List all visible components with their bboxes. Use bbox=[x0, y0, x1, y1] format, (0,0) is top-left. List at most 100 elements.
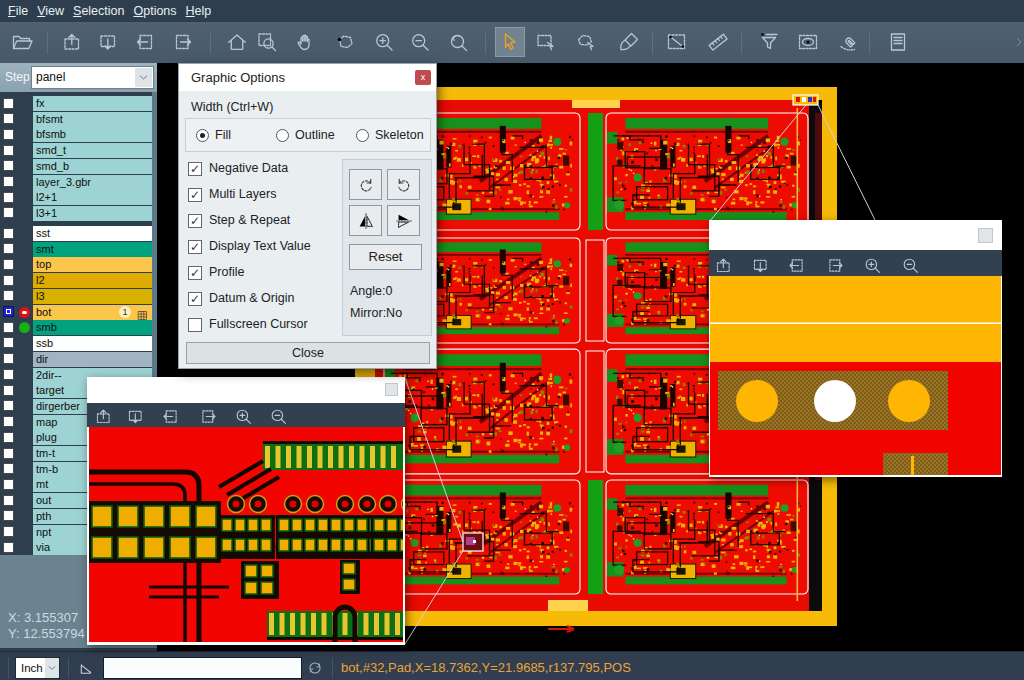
checkbox-profile[interactable]: ✓ bbox=[188, 266, 202, 280]
tool-zoom-out[interactable] bbox=[405, 27, 435, 57]
tool-rect-select[interactable] bbox=[531, 27, 561, 57]
layer-checkbox-smb[interactable] bbox=[3, 322, 14, 333]
tool-import-down[interactable] bbox=[93, 27, 123, 57]
detail-window-title-bar[interactable] bbox=[87, 377, 405, 403]
layer-row-layer_3.gbr[interactable]: layer_3.gbr bbox=[33, 175, 152, 190]
layer-row-l3+1[interactable]: l3+1 bbox=[33, 206, 152, 221]
layer-checkbox-tm-b[interactable] bbox=[3, 463, 14, 474]
reset-button[interactable]: Reset bbox=[349, 244, 422, 270]
layer-checkbox-ssb[interactable] bbox=[3, 337, 14, 348]
tool-import-left[interactable] bbox=[130, 27, 160, 57]
detail-window-button[interactable] bbox=[385, 383, 398, 396]
layer-checkbox-plug[interactable] bbox=[3, 432, 14, 443]
checkbox-fullscreen-cursor[interactable] bbox=[188, 318, 202, 332]
tool-move-vertex[interactable] bbox=[330, 27, 360, 57]
layer-checkbox-layer_3.gbr[interactable] bbox=[3, 176, 14, 187]
rwintb-zoom-out[interactable] bbox=[898, 253, 922, 277]
tool-poly-select[interactable] bbox=[571, 27, 601, 57]
layer-row-dir[interactable]: dir bbox=[33, 352, 152, 367]
layer-checkbox-smd_t[interactable] bbox=[3, 145, 14, 156]
rwintb-import-left[interactable] bbox=[784, 253, 808, 277]
tool-zoom-window[interactable] bbox=[252, 27, 282, 57]
menu-item-view[interactable]: View bbox=[37, 4, 64, 18]
toolbar-overflow[interactable] bbox=[1004, 27, 1024, 57]
blwintb-zoom-in[interactable] bbox=[231, 404, 255, 428]
layer-row-l2[interactable]: l2 bbox=[33, 273, 152, 288]
status-input[interactable] bbox=[103, 657, 302, 679]
checkbox-display-text-value[interactable]: ✓ bbox=[188, 240, 202, 254]
layer-row-l2+1[interactable]: l2+1 bbox=[33, 190, 152, 205]
tool-report-list[interactable] bbox=[883, 27, 913, 57]
layer-checkbox-via[interactable] bbox=[3, 542, 14, 553]
layer-checkbox-npt[interactable] bbox=[3, 526, 14, 537]
layer-checkbox-target[interactable] bbox=[3, 385, 14, 396]
layer-checkbox-l3[interactable] bbox=[3, 290, 14, 301]
layer-checkbox-bfsmb[interactable] bbox=[3, 129, 14, 140]
unit-dropdown[interactable]: Inch bbox=[15, 657, 60, 679]
step-dropdown[interactable]: panel bbox=[31, 66, 154, 89]
tool-brush-edit[interactable] bbox=[614, 27, 644, 57]
layer-row-bot[interactable]: bot bbox=[33, 305, 152, 320]
chevron-down-icon[interactable] bbox=[135, 68, 152, 87]
layer-checkbox-out[interactable] bbox=[3, 495, 14, 506]
layer-row-smd_b[interactable]: smd_b bbox=[33, 159, 152, 174]
tool-import-up[interactable] bbox=[57, 27, 87, 57]
tool-measure-distance[interactable] bbox=[662, 27, 692, 57]
flip-horizontal-button[interactable] bbox=[349, 205, 382, 236]
radio-fill[interactable] bbox=[196, 129, 209, 142]
layer-checkbox-smt[interactable] bbox=[3, 243, 14, 254]
layer-checkbox-l2+1[interactable] bbox=[3, 192, 14, 203]
tool-snap-magnet[interactable] bbox=[834, 27, 864, 57]
layer-row-l3[interactable]: l3 bbox=[33, 289, 152, 304]
layer-row-smt[interactable]: smt bbox=[33, 242, 152, 257]
layer-row-fx[interactable]: fx bbox=[33, 96, 152, 111]
chevron-down-icon[interactable] bbox=[45, 658, 59, 678]
blwintb-import-down[interactable] bbox=[123, 404, 147, 428]
flip-vertical-button[interactable] bbox=[387, 205, 420, 236]
layer-checkbox-bot[interactable] bbox=[3, 306, 14, 317]
blwintb-import-left[interactable] bbox=[158, 404, 182, 428]
tool-select-cursor[interactable] bbox=[495, 27, 525, 57]
blwintb-import-right[interactable] bbox=[196, 404, 220, 428]
checkbox-step-repeat[interactable]: ✓ bbox=[188, 214, 202, 228]
refresh-icon[interactable] bbox=[306, 659, 324, 680]
layer-checkbox-2dir--[interactable] bbox=[3, 369, 14, 380]
blwintb-import-up[interactable] bbox=[91, 404, 115, 428]
checkbox-negative-data[interactable]: ✓ bbox=[188, 162, 202, 176]
rwintb-import-down[interactable] bbox=[748, 253, 772, 277]
layer-checkbox-mt[interactable] bbox=[3, 479, 14, 490]
layer-checkbox-dirgerber[interactable] bbox=[3, 400, 14, 411]
layer-checkbox-top[interactable] bbox=[3, 259, 14, 270]
radio-skeleton[interactable] bbox=[356, 129, 369, 142]
layer-checkbox-fx[interactable] bbox=[3, 98, 14, 109]
tool-zoom-in[interactable] bbox=[369, 27, 399, 57]
layer-row-bfsmt[interactable]: bfsmt bbox=[33, 112, 152, 127]
layer-checkbox-bfsmt[interactable] bbox=[3, 113, 14, 124]
radio-outline[interactable] bbox=[276, 129, 289, 142]
layer-checkbox-map[interactable] bbox=[3, 416, 14, 427]
layer-row-bfsmb[interactable]: bfsmb bbox=[33, 127, 152, 142]
rwintb-zoom-in[interactable] bbox=[860, 253, 884, 277]
menu-item-help[interactable]: Help bbox=[186, 4, 212, 18]
dialog-title-bar[interactable]: Graphic Options x bbox=[179, 64, 436, 91]
rotate-ccw-button[interactable] bbox=[387, 169, 420, 200]
layer-row-smd_t[interactable]: smd_t bbox=[33, 143, 152, 158]
rwintb-import-right[interactable] bbox=[823, 253, 847, 277]
tool-home-view[interactable] bbox=[222, 27, 252, 57]
snap-corner-icon[interactable] bbox=[78, 659, 96, 680]
menu-item-selection[interactable]: Selection bbox=[73, 4, 124, 18]
layer-checkbox-dir[interactable] bbox=[3, 353, 14, 364]
tool-open-folder[interactable] bbox=[7, 27, 37, 57]
tool-pan-hand[interactable] bbox=[290, 27, 320, 57]
layer-checkbox-pth[interactable] bbox=[3, 510, 14, 521]
rotate-cw-button[interactable] bbox=[349, 169, 382, 200]
layer-checkbox-smd_b[interactable] bbox=[3, 160, 14, 171]
corner-window-title-bar[interactable] bbox=[709, 220, 1002, 250]
blwintb-zoom-out[interactable] bbox=[266, 404, 290, 428]
layer-row-top[interactable]: top bbox=[33, 257, 152, 272]
layer-row-smb[interactable]: smb bbox=[33, 320, 152, 335]
layer-checkbox-sst[interactable] bbox=[3, 228, 14, 239]
tool-zoom-previous[interactable] bbox=[443, 27, 473, 57]
corner-window-button[interactable] bbox=[978, 228, 993, 243]
dialog-close-button[interactable]: x bbox=[415, 70, 431, 85]
